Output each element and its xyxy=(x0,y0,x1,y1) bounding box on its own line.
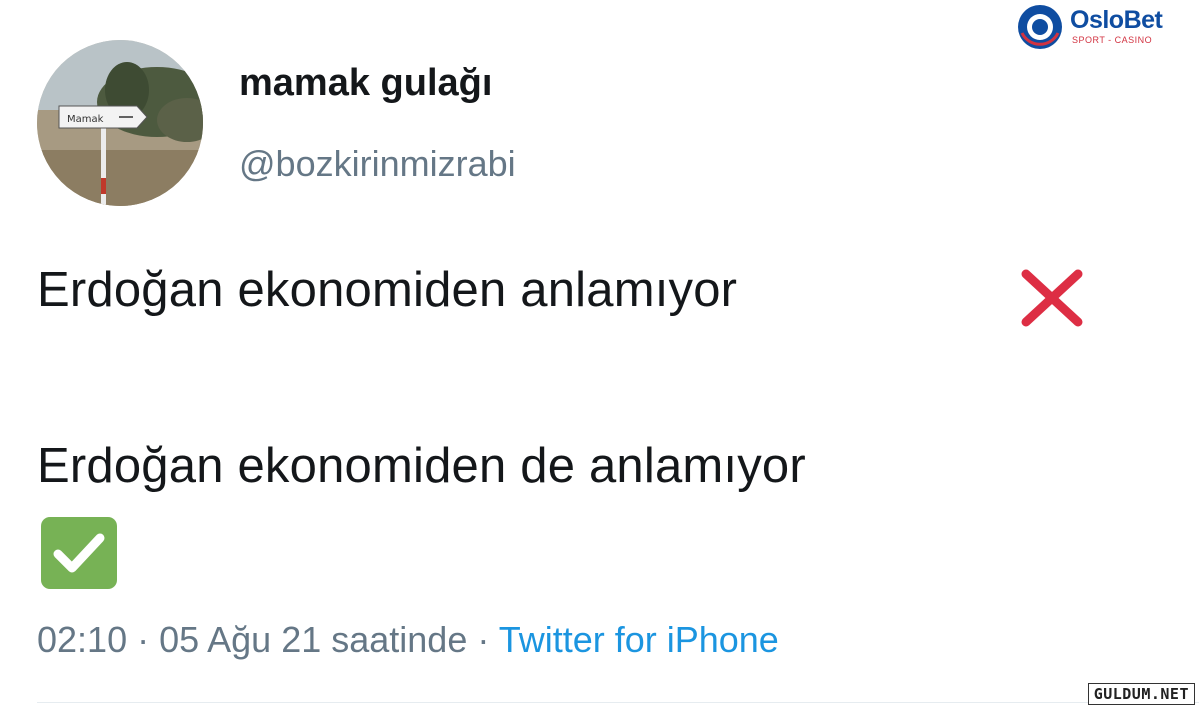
user-handle[interactable]: @bozkirinmizrabi xyxy=(239,143,516,185)
avatar-image: Mamak xyxy=(37,40,203,206)
tweet-source-link[interactable]: Twitter for iPhone xyxy=(499,619,779,660)
tweet-meta: 02:10 · 05 Ağu 21 saatinde · Twitter for… xyxy=(37,619,779,661)
brand-logo-icon xyxy=(1018,5,1062,49)
display-name[interactable]: mamak gulağı xyxy=(239,62,492,105)
brand-name: OsloBet xyxy=(1070,6,1163,34)
brand-watermark: OsloBet SPORT - CASINO xyxy=(1014,2,1194,54)
check-mark-button-icon xyxy=(41,517,117,589)
site-watermark: GULDUM.NET xyxy=(1087,683,1195,705)
tweet-timestamp: 02:10 · 05 Ağu 21 saatinde · xyxy=(37,619,499,660)
tweet-text-line-2: Erdoğan ekonomiden de anlamıyor xyxy=(37,439,806,493)
cross-mark-icon xyxy=(1021,269,1083,327)
divider xyxy=(37,702,1199,703)
brand-tagline: SPORT - CASINO xyxy=(1072,35,1153,45)
avatar-sign-label: Mamak xyxy=(67,114,104,125)
tweet-text-line-1: Erdoğan ekonomiden anlamıyor xyxy=(37,263,738,317)
avatar[interactable]: Mamak xyxy=(37,40,203,206)
